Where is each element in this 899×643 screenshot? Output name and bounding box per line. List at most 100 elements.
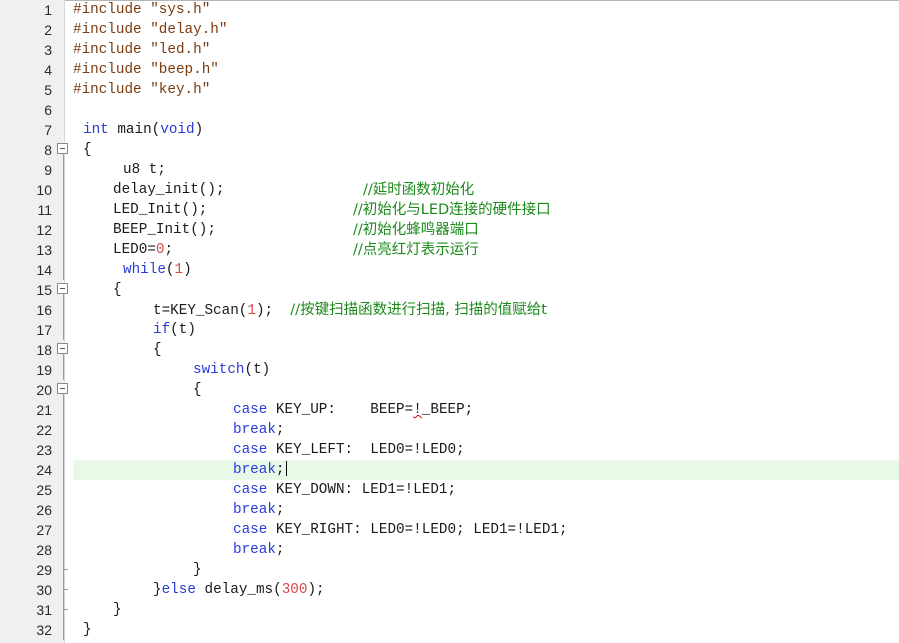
code-text-area[interactable]: #include "sys.h": [73, 0, 899, 20]
code-line[interactable]: 29}: [0, 560, 899, 580]
code-line[interactable]: 9 u8 t;: [0, 160, 899, 180]
code-line[interactable]: 21 case KEY_UP: BEEP=!_BEEP;: [0, 400, 899, 420]
code-text-area[interactable]: switch(t): [73, 360, 899, 380]
code-text-area[interactable]: break;: [73, 420, 899, 440]
code-text-area[interactable]: #include "key.h": [73, 80, 899, 100]
code-line[interactable]: 1 #include "sys.h": [0, 0, 899, 20]
code-text-area[interactable]: LED0=0; //点亮红灯表示运行: [73, 240, 899, 260]
code-text[interactable]: if(t): [153, 320, 196, 340]
code-line[interactable]: 25 case KEY_DOWN: LED1=!LED1;: [0, 480, 899, 500]
code-text[interactable]: LED_Init();: [113, 200, 207, 220]
code-line[interactable]: 22 break;: [0, 420, 899, 440]
code-line[interactable]: 18 {: [0, 340, 899, 360]
code-text-area[interactable]: LED_Init(); //初始化与LED连接的硬件接口: [73, 200, 899, 220]
code-line[interactable]: 17 if(t): [0, 320, 899, 340]
code-text[interactable]: LED0=0;: [113, 240, 173, 260]
code-line[interactable]: 32}: [0, 620, 899, 640]
fold-collapse-icon[interactable]: [57, 380, 70, 400]
code-text-area[interactable]: case KEY_UP: BEEP=!_BEEP;: [73, 400, 899, 420]
code-text[interactable]: case KEY_DOWN: LED1=!LED1;: [233, 480, 456, 500]
code-text-area[interactable]: break;: [73, 540, 899, 560]
code-text[interactable]: }: [83, 620, 92, 640]
code-text[interactable]: #include "key.h": [73, 80, 210, 100]
code-text-area[interactable]: t=KEY_Scan(1); //按键扫描函数进行扫描, 扫描的值赋给t: [73, 300, 899, 320]
code-text-area[interactable]: int main(void): [73, 120, 899, 140]
code-line[interactable]: 11 LED_Init(); //初始化与LED连接的硬件接口: [0, 200, 899, 220]
code-text-area[interactable]: BEEP_Init(); //初始化蜂鸣器端口: [73, 220, 899, 240]
code-text[interactable]: delay_init();: [113, 180, 225, 200]
code-text-area[interactable]: }else delay_ms(300);: [73, 580, 899, 600]
code-line[interactable]: 10 delay_init(); //延时函数初始化: [0, 180, 899, 200]
code-text-area[interactable]: if(t): [73, 320, 899, 340]
code-text[interactable]: }: [113, 600, 122, 620]
code-text-area[interactable]: }: [73, 620, 899, 640]
code-line[interactable]: 3 #include "led.h": [0, 40, 899, 60]
code-text-area[interactable]: #include "delay.h": [73, 20, 899, 40]
code-text[interactable]: #include "beep.h": [73, 60, 219, 80]
code-text-area[interactable]: {: [73, 340, 899, 360]
code-text-area[interactable]: {: [73, 280, 899, 300]
code-text-area[interactable]: case KEY_RIGHT: LED0=!LED0; LED1=!LED1;: [73, 520, 899, 540]
code-text-area[interactable]: }: [73, 600, 899, 620]
code-line[interactable]: 2 #include "delay.h": [0, 20, 899, 40]
code-text-area[interactable]: {: [73, 380, 899, 400]
code-line[interactable]: 23 case KEY_LEFT: LED0=!LED0;: [0, 440, 899, 460]
code-text[interactable]: switch(t): [193, 360, 270, 380]
code-line[interactable]: 13 LED0=0; //点亮红灯表示运行: [0, 240, 899, 260]
code-text-area[interactable]: }: [73, 560, 899, 580]
code-text[interactable]: }else delay_ms(300);: [153, 580, 325, 600]
code-text[interactable]: case KEY_UP: BEEP=!_BEEP;: [233, 400, 473, 420]
code-line[interactable]: 16 t=KEY_Scan(1); //按键扫描函数进行扫描, 扫描的值赋给t: [0, 300, 899, 320]
code-text-area[interactable]: case KEY_DOWN: LED1=!LED1;: [73, 480, 899, 500]
code-text[interactable]: case KEY_RIGHT: LED0=!LED0; LED1=!LED1;: [233, 520, 568, 540]
fold-collapse-icon[interactable]: [57, 340, 70, 360]
code-line[interactable]: 14 while(1): [0, 260, 899, 280]
code-text[interactable]: #include "delay.h": [73, 20, 227, 40]
code-editor[interactable]: 1 #include "sys.h" 2 #include "delay.h" 3 #in…: [0, 0, 899, 643]
code-text[interactable]: BEEP_Init();: [113, 220, 216, 240]
code-line[interactable]: 8{: [0, 140, 899, 160]
fold-collapse-icon[interactable]: [57, 140, 70, 160]
fold-collapse-icon[interactable]: [57, 280, 70, 300]
code-text[interactable]: break;: [233, 500, 285, 520]
code-line[interactable]: 27 case KEY_RIGHT: LED0=!LED0; LED1=!LED1…: [0, 520, 899, 540]
code-text-area[interactable]: while(1): [73, 260, 899, 280]
code-text-area[interactable]: #include "beep.h": [73, 60, 899, 80]
code-text[interactable]: {: [83, 140, 92, 160]
code-line[interactable]: 30}else delay_ms(300);: [0, 580, 899, 600]
code-line[interactable]: 31}: [0, 600, 899, 620]
code-text-area[interactable]: u8 t;: [73, 160, 899, 180]
code-line[interactable]: 20 {: [0, 380, 899, 400]
code-line[interactable]: 12 BEEP_Init(); //初始化蜂鸣器端口: [0, 220, 899, 240]
code-text[interactable]: #include "sys.h": [73, 0, 210, 20]
code-text-area[interactable]: [73, 100, 899, 120]
code-text[interactable]: int main(void): [83, 120, 203, 140]
code-text[interactable]: while(1): [123, 260, 192, 280]
code-line[interactable]: 19 switch(t): [0, 360, 899, 380]
code-text[interactable]: {: [193, 380, 202, 400]
code-text[interactable]: break;: [233, 460, 287, 480]
code-line[interactable]: 24 break;: [0, 460, 899, 480]
code-text-area[interactable]: delay_init(); //延时函数初始化: [73, 180, 899, 200]
code-line[interactable]: 6: [0, 100, 899, 120]
code-text-area[interactable]: #include "led.h": [73, 40, 899, 60]
code-text-area[interactable]: break;: [73, 500, 899, 520]
code-text-area[interactable]: {: [73, 140, 899, 160]
code-line[interactable]: 4 #include "beep.h": [0, 60, 899, 80]
code-text[interactable]: }: [193, 560, 202, 580]
code-text[interactable]: break;: [233, 540, 285, 560]
code-text[interactable]: {: [153, 340, 162, 360]
code-line[interactable]: 5 #include "key.h": [0, 80, 899, 100]
code-line[interactable]: 26 break;: [0, 500, 899, 520]
code-text-area[interactable]: break;: [73, 460, 899, 480]
code-text[interactable]: u8 t;: [123, 160, 166, 180]
code-text[interactable]: {: [113, 280, 122, 300]
code-line[interactable]: 28 break;: [0, 540, 899, 560]
code-text[interactable]: t=KEY_Scan(1); //按键扫描函数进行扫描, 扫描的值赋给t: [153, 300, 547, 320]
code-text[interactable]: #include "led.h": [73, 40, 210, 60]
code-line[interactable]: 15 {: [0, 280, 899, 300]
code-line[interactable]: 7 int main(void): [0, 120, 899, 140]
code-text[interactable]: case KEY_LEFT: LED0=!LED0;: [233, 440, 465, 460]
code-text[interactable]: break;: [233, 420, 285, 440]
code-text-area[interactable]: case KEY_LEFT: LED0=!LED0;: [73, 440, 899, 460]
